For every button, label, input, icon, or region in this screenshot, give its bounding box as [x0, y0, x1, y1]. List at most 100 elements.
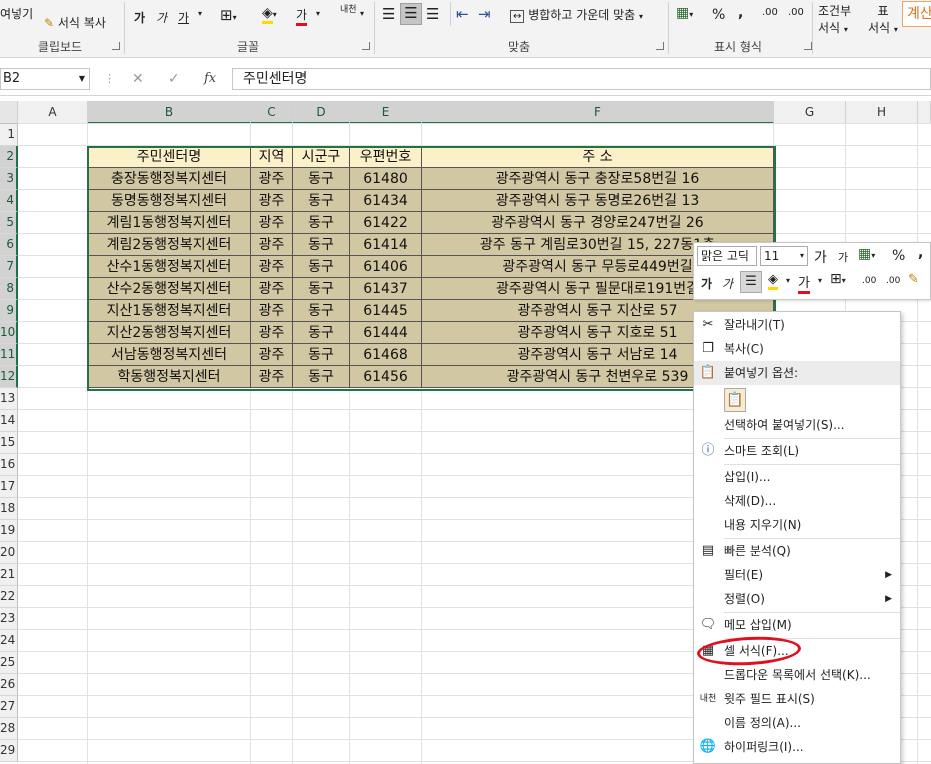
table-cell-center-name[interactable]: 학동행정복지센터	[88, 366, 251, 388]
decrease-indent-icon[interactable]: ⇤	[456, 5, 469, 23]
table-cell-postal-code[interactable]: 61406	[350, 256, 422, 278]
number-launcher[interactable]	[804, 42, 812, 50]
paste-button-label[interactable]: 여넣기	[0, 5, 33, 22]
fill-color-button[interactable]: ◈▾	[262, 5, 277, 24]
table-header-postal-code[interactable]: 우편번호	[350, 146, 422, 168]
row-header[interactable]: 28	[0, 718, 18, 740]
italic-button[interactable]: 가	[156, 9, 167, 26]
hanja-button[interactable]: 내천	[340, 6, 357, 15]
col-header-c[interactable]: C	[251, 101, 293, 124]
comma-button[interactable]: ,	[738, 5, 743, 21]
menu-item-delete[interactable]: 삭제(D)...	[694, 489, 900, 513]
table-cell-center-name[interactable]: 계림1동행정복지센터	[88, 212, 251, 234]
row-header[interactable]: 17	[0, 476, 18, 498]
enter-icon[interactable]: ✓	[168, 71, 180, 87]
underline-dropdown[interactable]: ▾	[198, 9, 202, 18]
row-header[interactable]: 11	[0, 344, 18, 366]
row-header[interactable]: 1	[0, 124, 18, 146]
table-header-center-name[interactable]: 주민센터명	[88, 146, 251, 168]
format-as-table-button[interactable]: 표 서식 ▾	[868, 2, 898, 36]
menu-item-define-name[interactable]: 이름 정의(A)...	[694, 711, 900, 735]
font-color-button[interactable]: 가	[296, 6, 308, 26]
select-all-corner[interactable]	[0, 101, 18, 124]
mini-comma-button[interactable]: ,	[918, 245, 923, 261]
align-left-icon[interactable]: ☰	[382, 5, 395, 23]
table-cell-center-name[interactable]: 충장동행정복지센터	[88, 168, 251, 190]
col-header-f[interactable]: F	[422, 101, 774, 124]
table-cell-center-name[interactable]: 지산1동행정복지센터	[88, 300, 251, 322]
mini-decrease-decimal-button[interactable]: .00	[886, 276, 900, 286]
table-cell-center-name[interactable]: 계림2동행정복지센터	[88, 234, 251, 256]
mini-font-color-dropdown[interactable]: ▾	[818, 276, 822, 285]
percent-button[interactable]: %	[712, 7, 725, 23]
menu-item-hyperlink[interactable]: 🌐 하이퍼링크(I)...	[694, 735, 900, 759]
row-header[interactable]: 22	[0, 586, 18, 608]
col-header-e[interactable]: E	[350, 101, 422, 124]
table-cell-postal-code[interactable]: 61445	[350, 300, 422, 322]
table-cell-region[interactable]: 광주	[251, 366, 293, 388]
table-header-region[interactable]: 지역	[251, 146, 293, 168]
table-cell-district[interactable]: 동구	[293, 322, 350, 344]
table-cell-region[interactable]: 광주	[251, 322, 293, 344]
table-cell-postal-code[interactable]: 61456	[350, 366, 422, 388]
mini-border-icon[interactable]: ⊞▾	[830, 271, 846, 287]
insert-function-icon[interactable]: fx	[204, 71, 216, 86]
table-cell-postal-code[interactable]: 61422	[350, 212, 422, 234]
name-box-dropdown-icon[interactable]: ▼	[79, 69, 85, 89]
row-header[interactable]: 5	[0, 212, 18, 234]
align-center-icon[interactable]: ☰	[400, 3, 422, 25]
col-header-d[interactable]: D	[293, 101, 350, 124]
alignment-launcher[interactable]	[656, 42, 664, 50]
table-cell-address[interactable]: 광주광역시 동구 동명로26번길 13	[422, 190, 774, 212]
table-header-address[interactable]: 주 소	[422, 146, 774, 168]
format-painter-button[interactable]: ✎ 서식 복사	[44, 14, 106, 31]
row-header[interactable]: 21	[0, 564, 18, 586]
row-header[interactable]: 13	[0, 388, 18, 410]
mini-fill-dropdown[interactable]: ▾	[786, 276, 790, 285]
conditional-format-button[interactable]: 조건부 서식 ▾	[818, 2, 851, 36]
row-header[interactable]: 27	[0, 696, 18, 718]
table-cell-district[interactable]: 동구	[293, 344, 350, 366]
table-cell-region[interactable]: 광주	[251, 168, 293, 190]
table-cell-postal-code[interactable]: 61434	[350, 190, 422, 212]
name-box[interactable]: B2 ▼	[0, 68, 90, 90]
mini-accounting-icon[interactable]: ▦▾	[858, 246, 875, 262]
accounting-format-icon[interactable]: ▦▾	[676, 5, 693, 21]
menu-item-smart-lookup[interactable]: ⓘ 스마트 조회(L)	[694, 439, 900, 463]
table-cell-region[interactable]: 광주	[251, 300, 293, 322]
row-header[interactable]: 3	[0, 168, 18, 190]
row-header[interactable]: 16	[0, 454, 18, 476]
font-color-dropdown[interactable]: ▾	[316, 9, 320, 18]
table-cell-postal-code[interactable]: 61444	[350, 322, 422, 344]
mini-percent-button[interactable]: %	[892, 248, 905, 264]
table-cell-region[interactable]: 광주	[251, 256, 293, 278]
table-header-district[interactable]: 시군구	[293, 146, 350, 168]
mini-increase-decimal-button[interactable]: .00	[862, 276, 876, 286]
row-header[interactable]: 25	[0, 652, 18, 674]
table-cell-district[interactable]: 동구	[293, 212, 350, 234]
border-button[interactable]: ⊞▾	[220, 6, 237, 24]
row-header[interactable]: 9	[0, 300, 18, 322]
menu-item-quick-analysis[interactable]: ▤ 빠른 분석(Q)	[694, 539, 900, 563]
mini-shrink-font-button[interactable]: 가	[838, 249, 848, 265]
mini-center-align-icon[interactable]: ☰	[740, 271, 762, 293]
clipboard-launcher[interactable]	[112, 42, 120, 50]
row-header[interactable]: 12	[0, 366, 18, 388]
formula-input[interactable]: 주민센터명	[232, 68, 931, 90]
table-cell-district[interactable]: 동구	[293, 168, 350, 190]
align-right-icon[interactable]: ☰	[426, 5, 439, 23]
table-cell-district[interactable]: 동구	[293, 190, 350, 212]
row-header[interactable]: 14	[0, 410, 18, 432]
merge-center-button[interactable]: ↔ 병합하고 가운데 맞춤 ▾	[510, 6, 643, 23]
table-cell-region[interactable]: 광주	[251, 278, 293, 300]
calc-style-cell[interactable]: 계산	[902, 1, 931, 27]
mini-font-size[interactable]: 11 ▾	[760, 246, 808, 266]
table-cell-address[interactable]: 광주광역시 동구 충장로58번길 16	[422, 168, 774, 190]
bold-button[interactable]: 가	[134, 9, 145, 26]
row-header[interactable]: 24	[0, 630, 18, 652]
table-cell-region[interactable]: 광주	[251, 190, 293, 212]
hanja-dropdown[interactable]: ▾	[360, 9, 364, 18]
mini-grow-font-button[interactable]: 가	[814, 247, 827, 267]
table-cell-region[interactable]: 광주	[251, 234, 293, 256]
menu-item-filter[interactable]: 필터(E) ▶	[694, 563, 900, 587]
